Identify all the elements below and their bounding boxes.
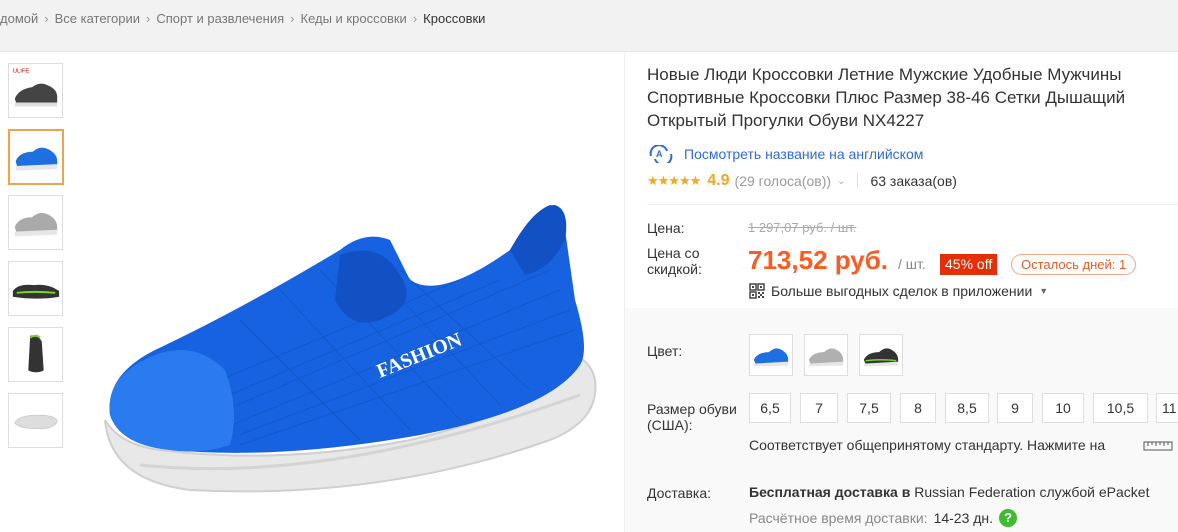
svg-text:ULIFE: ULIFE xyxy=(13,69,29,75)
size-option[interactable]: 10,5 xyxy=(1093,393,1148,423)
free-shipping-text: Бесплатная доставка xyxy=(749,484,898,500)
translate-icon: A xyxy=(649,145,673,163)
translate-label: Посмотреть название на английском xyxy=(684,146,924,162)
breadcrumb-home[interactable]: домой xyxy=(0,11,38,26)
size-option[interactable]: 8,5 xyxy=(945,393,989,423)
rating-separator xyxy=(857,174,859,188)
thumbnail-6[interactable] xyxy=(8,393,63,448)
old-price: 1 297,07 руб. / шт. xyxy=(748,220,857,235)
product-main-image: FASHION xyxy=(104,205,597,493)
color-swatch-black[interactable] xyxy=(859,334,903,376)
qr-code-icon xyxy=(749,283,765,299)
size-label: Размер обуви (США): xyxy=(647,401,737,433)
product-title: Новые Люди Кроссовки Летние Мужские Удоб… xyxy=(647,65,1126,130)
app-deals-link[interactable]: Больше выгодных сделок в приложении ▼ xyxy=(749,283,1048,299)
breadcrumb-current[interactable]: Кроссовки xyxy=(423,11,485,26)
thumbnail-4[interactable] xyxy=(8,261,63,316)
size-option[interactable]: 6,5 xyxy=(749,393,791,423)
delivery-time-label: Расчётное время доставки: xyxy=(749,510,928,526)
delivery-destination[interactable]: Russian Federation службой ePacket xyxy=(914,484,1149,500)
breadcrumb-separator: › xyxy=(146,10,151,26)
breadcrumb-sport[interactable]: Спорт и развлечения xyxy=(156,11,284,26)
size-option[interactable]: 11 xyxy=(1156,393,1178,423)
delivery-in: в xyxy=(901,484,911,500)
rating-value: 4.9 xyxy=(707,172,730,189)
color-swatch-blue[interactable] xyxy=(749,334,793,376)
size-option[interactable]: 7,5 xyxy=(847,393,891,423)
svg-text:A: A xyxy=(656,149,663,159)
thumbnail-3[interactable] xyxy=(8,195,63,250)
chevron-down-icon[interactable]: ⌄ xyxy=(837,176,845,187)
delivery-time: Расчётное время доставки: 14-23 дн. ? xyxy=(749,509,1018,527)
breadcrumb-separator: › xyxy=(412,10,418,26)
color-label: Цвет: xyxy=(647,343,683,359)
thumbnail-1[interactable]: ULIFE xyxy=(8,63,63,118)
discount-badge: 45% off xyxy=(940,254,998,275)
title-divider xyxy=(647,204,1178,205)
orders-count: 63 заказа(ов) xyxy=(870,173,957,189)
rating-row: ★★★★★ 4.9 (29 голоса(ов)) ⌄ 63 заказа(ов… xyxy=(647,172,957,190)
size-note: Соответствует общепринятому стандарту. Н… xyxy=(749,437,1106,453)
breadcrumb-separator: › xyxy=(290,10,295,26)
app-deals-label: Больше выгодных сделок в приложении xyxy=(771,283,1033,299)
breadcrumb-sneakers[interactable]: Кеды и кроссовки xyxy=(301,11,407,26)
delivery-info: Бесплатная доставка в Russian Federation… xyxy=(749,484,1149,500)
size-option[interactable]: 10 xyxy=(1042,393,1084,423)
current-price: 713,52 руб. xyxy=(748,245,889,275)
size-option[interactable]: 8 xyxy=(900,393,936,423)
delivery-time-value: 14-23 дн. xyxy=(933,510,994,526)
breadcrumb: домой › Все категории › Спорт и развлече… xyxy=(0,0,1178,36)
size-option[interactable]: 7 xyxy=(800,393,838,423)
ruler-icon[interactable] xyxy=(1143,438,1173,452)
header-stripe xyxy=(0,36,1178,52)
days-left-badge: Осталось дней: 1 xyxy=(1011,254,1137,275)
discount-price-label: Цена со скидкой: xyxy=(647,245,702,277)
caret-down-icon: ▼ xyxy=(1039,286,1049,296)
breadcrumb-all-categories[interactable]: Все категории xyxy=(55,11,140,26)
breadcrumb-separator: › xyxy=(44,10,49,26)
price-unit: / шт. xyxy=(898,256,926,272)
delivery-label: Доставка: xyxy=(647,485,712,501)
star-rating-icon: ★★★★★ xyxy=(647,173,701,188)
color-swatch-gray[interactable] xyxy=(804,334,848,376)
votes-link[interactable]: (29 голоса(ов)) xyxy=(735,173,832,189)
size-option[interactable]: 9 xyxy=(997,393,1033,423)
thumbnail-5[interactable] xyxy=(8,327,63,382)
translate-link[interactable]: A Посмотреть название на английском xyxy=(647,145,923,163)
help-icon[interactable]: ? xyxy=(999,509,1018,527)
price-label: Цена: xyxy=(647,220,685,236)
thumbnail-2[interactable] xyxy=(8,129,64,185)
